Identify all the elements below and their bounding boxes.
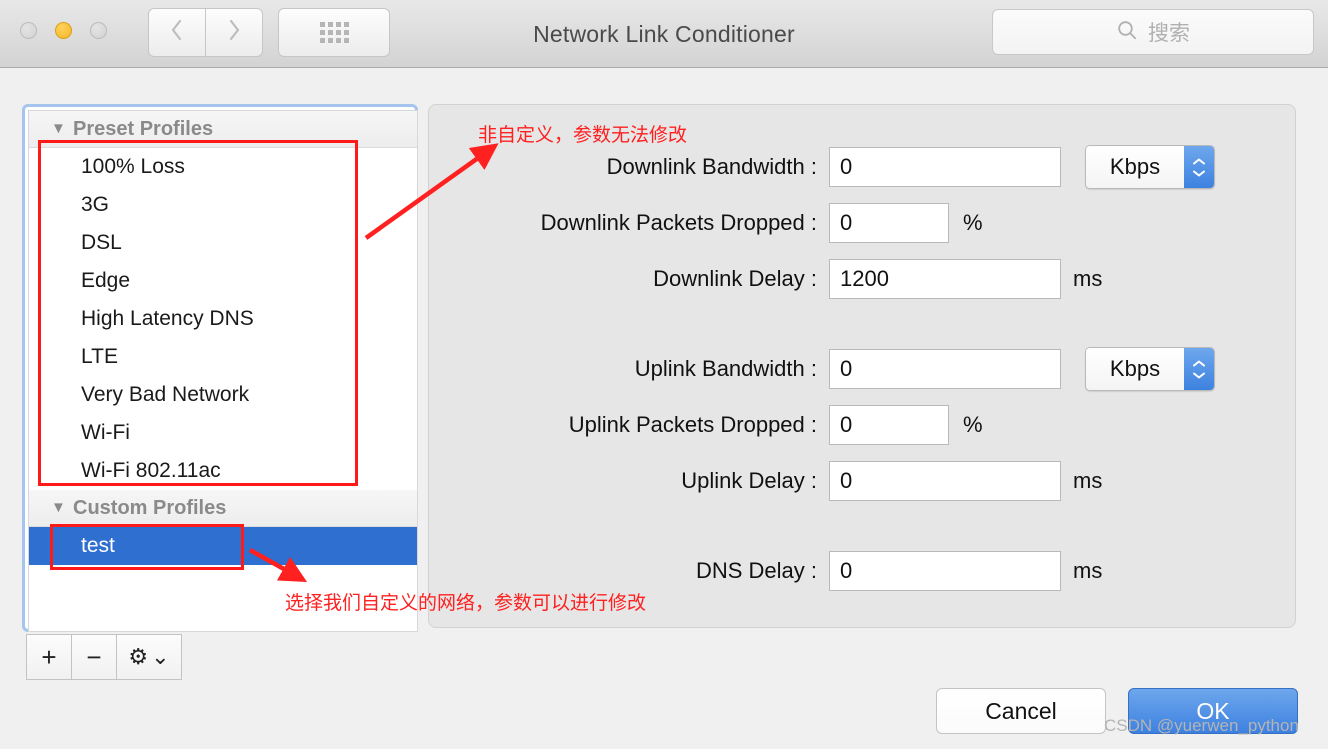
parameters-panel: Downlink Bandwidth : 0 Kbps Downlink Pac… — [428, 104, 1296, 628]
downlink-packets-dropped-input[interactable]: 0 — [829, 203, 949, 243]
window-titlebar: Network Link Conditioner 搜索 — [0, 0, 1328, 68]
chevron-down-icon: ⌄ — [151, 644, 170, 669]
dns-delay-input[interactable]: 0 — [829, 551, 1061, 591]
search-icon — [1116, 19, 1138, 46]
field-label: Uplink Packets Dropped : — [568, 412, 817, 437]
chevron-right-icon — [226, 17, 242, 48]
uplink-bandwidth-unit-popup[interactable]: Kbps — [1085, 347, 1215, 391]
action-menu-button[interactable]: ⚙ ⌄ — [117, 634, 182, 680]
group-header-custom-profiles[interactable]: ▼ Custom Profiles — [29, 490, 417, 527]
field-row-uplink-delay: Uplink Delay : 0 ms — [429, 460, 1102, 502]
field-label: Uplink Bandwidth : — [634, 356, 817, 381]
cancel-button[interactable]: Cancel — [936, 688, 1106, 734]
field-row-downlink-bandwidth: Downlink Bandwidth : 0 Kbps — [429, 145, 1215, 189]
nav-button-group — [148, 8, 263, 57]
network-link-conditioner-window: Network Link Conditioner 搜索 ▼ Preset Pro… — [0, 0, 1328, 749]
unit-label: % — [963, 412, 983, 437]
add-profile-button[interactable]: + — [26, 634, 72, 680]
field-label: Downlink Bandwidth : — [606, 154, 817, 179]
popup-value: Kbps — [1086, 146, 1184, 188]
zoom-button[interactable] — [90, 22, 107, 39]
field-label: Downlink Delay : — [653, 266, 817, 291]
gear-icon: ⚙ — [128, 644, 149, 669]
field-label: Downlink Packets Dropped : — [540, 210, 817, 235]
show-all-button[interactable] — [278, 8, 390, 57]
field-label: DNS Delay : — [695, 558, 817, 583]
close-button[interactable] — [20, 22, 37, 39]
chevron-left-icon — [169, 17, 185, 48]
downlink-delay-input[interactable]: 1200 — [829, 259, 1061, 299]
watermark: CSDN @yuerwen_python — [1104, 716, 1299, 735]
field-row-downlink-delay: Downlink Delay : 1200 ms — [429, 258, 1102, 300]
field-row-uplink-packets-dropped: Uplink Packets Dropped : 0 % — [429, 404, 983, 446]
grid-dots-icon — [319, 22, 349, 43]
annotation-text-top: 非自定义，参数无法修改 — [478, 125, 688, 146]
stepper-icon[interactable] — [1184, 146, 1214, 188]
minimize-button[interactable] — [55, 22, 72, 39]
search-input[interactable]: 搜索 — [992, 9, 1314, 55]
field-row-downlink-packets-dropped: Downlink Packets Dropped : 0 % — [429, 202, 983, 244]
field-label: Uplink Delay : — [681, 468, 817, 493]
field-row-uplink-bandwidth: Uplink Bandwidth : 0 Kbps — [429, 347, 1215, 391]
popup-value: Kbps — [1086, 348, 1184, 390]
remove-profile-button[interactable]: − — [72, 634, 117, 680]
forward-button[interactable] — [206, 8, 263, 57]
group-label: Custom Profiles — [73, 497, 227, 519]
list-toolbar: + − ⚙ ⌄ — [26, 634, 182, 680]
downlink-bandwidth-input[interactable]: 0 — [829, 147, 1061, 187]
stepper-icon[interactable] — [1184, 348, 1214, 390]
field-row-dns-delay: DNS Delay : 0 ms — [429, 550, 1102, 592]
group-label: Preset Profiles — [73, 118, 214, 140]
annotation-box-custom-profile — [50, 524, 244, 570]
uplink-packets-dropped-input[interactable]: 0 — [829, 405, 949, 445]
downlink-bandwidth-unit-popup[interactable]: Kbps — [1085, 145, 1215, 189]
back-button[interactable] — [148, 8, 206, 57]
annotation-box-preset-profiles — [38, 140, 358, 486]
unit-label: % — [963, 210, 983, 235]
uplink-bandwidth-input[interactable]: 0 — [829, 349, 1061, 389]
chevron-down-icon[interactable]: ▼ — [51, 490, 66, 526]
traffic-lights — [20, 22, 107, 39]
unit-label: ms — [1073, 266, 1103, 291]
unit-label: ms — [1073, 558, 1103, 583]
search-placeholder: 搜索 — [1148, 22, 1190, 45]
uplink-delay-input[interactable]: 0 — [829, 461, 1061, 501]
annotation-text-bottom: 选择我们自定义的网络，参数可以进行修改 — [285, 593, 647, 614]
unit-label: ms — [1073, 468, 1103, 493]
